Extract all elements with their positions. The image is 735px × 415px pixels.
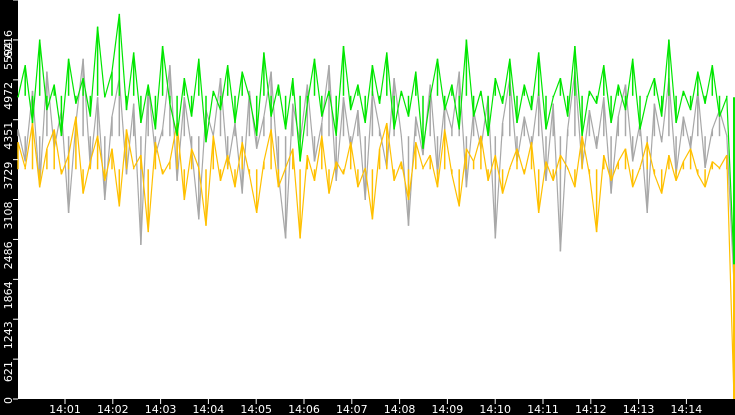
plot-area bbox=[18, 0, 735, 399]
y-tick-label: 621 bbox=[2, 361, 15, 382]
y-tick-label: 0 bbox=[2, 397, 15, 404]
time-series-chart: 0621124318642486310837294351497255946216… bbox=[0, 0, 735, 415]
y-tick-label: 6216 bbox=[2, 30, 15, 58]
x-tick-label: 14:10 bbox=[479, 403, 511, 415]
x-tick-label: 14:09 bbox=[432, 403, 464, 415]
x-tick-label: 14:14 bbox=[671, 403, 703, 415]
y-tick-label: 2486 bbox=[2, 241, 15, 269]
x-tick-label: 14:06 bbox=[288, 403, 320, 415]
x-tick-label: 14:13 bbox=[623, 403, 655, 415]
x-tick-label: 14:12 bbox=[575, 403, 607, 415]
x-tick-label: 14:02 bbox=[97, 403, 129, 415]
y-tick-label: 3108 bbox=[2, 202, 15, 230]
y-tick-label: 1864 bbox=[2, 281, 15, 309]
x-tick-label: 14:03 bbox=[145, 403, 177, 415]
x-tick-label: 14:05 bbox=[240, 403, 272, 415]
x-tick-label: 14:01 bbox=[49, 403, 81, 415]
x-tick-label: 14:04 bbox=[193, 403, 225, 415]
y-tick-label: 4351 bbox=[2, 122, 15, 150]
y-tick-label: 4972 bbox=[2, 82, 15, 110]
x-tick-label: 14:08 bbox=[384, 403, 416, 415]
x-tick-label: 14:07 bbox=[336, 403, 368, 415]
y-tick-label: 3729 bbox=[2, 162, 15, 190]
x-tick-label: 14:11 bbox=[527, 403, 559, 415]
y-tick-label: 1243 bbox=[2, 321, 15, 349]
